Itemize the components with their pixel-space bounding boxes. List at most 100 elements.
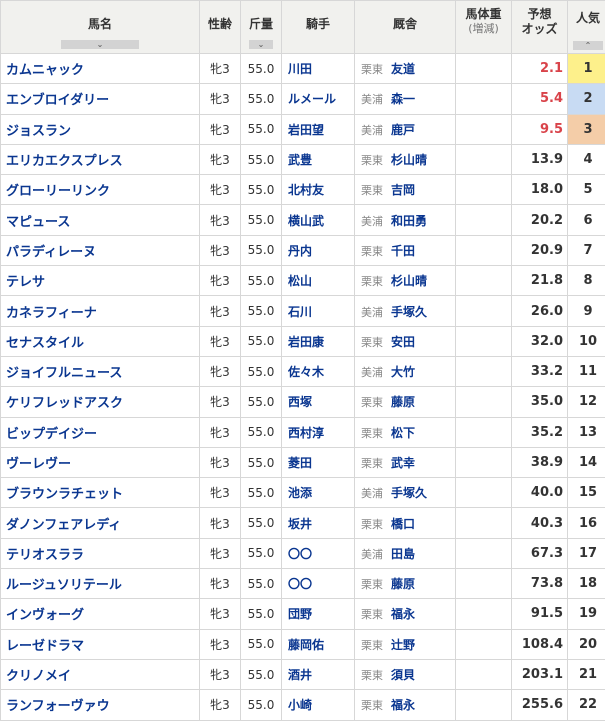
kinryo: 55.0: [241, 447, 282, 477]
table-row[interactable]: ランフォーヴァウ牝355.0小崎栗東福永255.622: [1, 690, 605, 720]
table-row[interactable]: エンブロイダリー牝355.0ルメール美浦森一5.42: [1, 84, 605, 114]
jockey-link[interactable]: 〇〇: [282, 569, 355, 599]
trainer-link[interactable]: 藤原: [391, 577, 415, 591]
jockey-link[interactable]: 川田: [282, 54, 355, 84]
jockey-link[interactable]: 団野: [282, 599, 355, 629]
trainer-link[interactable]: 橋口: [391, 517, 415, 531]
jockey-link[interactable]: 松山: [282, 266, 355, 296]
jockey-link[interactable]: 武豊: [282, 144, 355, 174]
table-row[interactable]: グローリーリンク牝355.0北村友栗東吉岡18.05: [1, 175, 605, 205]
horse-name-link[interactable]: クリノメイ: [1, 659, 200, 689]
stable-cell: 栗東友道: [355, 54, 456, 84]
trainer-link[interactable]: 田島: [391, 547, 415, 561]
trainer-link[interactable]: 大竹: [391, 365, 415, 379]
horse-name-link[interactable]: テリオスララ: [1, 538, 200, 568]
horse-name-link[interactable]: レーゼドラマ: [1, 629, 200, 659]
horse-name-link[interactable]: カムニャック: [1, 54, 200, 84]
trainer-link[interactable]: 友道: [391, 62, 415, 76]
popularity: 4: [568, 144, 605, 174]
trainer-link[interactable]: 鹿戸: [391, 123, 415, 137]
jockey-link[interactable]: ルメール: [282, 84, 355, 114]
horse-name-link[interactable]: エリカエクスプレス: [1, 144, 200, 174]
jockey-link[interactable]: 佐々木: [282, 356, 355, 386]
table-row[interactable]: ケリフレッドアスク牝355.0西塚栗東藤原35.012: [1, 387, 605, 417]
header-kinryo[interactable]: 斤量 ⌄: [241, 1, 282, 54]
popularity: 19: [568, 599, 605, 629]
horse-name-link[interactable]: ランフォーヴァウ: [1, 690, 200, 720]
table-row[interactable]: カネラフィーナ牝355.0石川美浦手塚久26.09: [1, 296, 605, 326]
horse-name-link[interactable]: ルージュソリテール: [1, 569, 200, 599]
horse-name-link[interactable]: マピュース: [1, 205, 200, 235]
horse-name-link[interactable]: セナスタイル: [1, 326, 200, 356]
trainer-link[interactable]: 杉山晴: [391, 153, 427, 167]
table-row[interactable]: ビップデイジー牝355.0西村淳栗東松下35.213: [1, 417, 605, 447]
table-row[interactable]: テレサ牝355.0松山栗東杉山晴21.88: [1, 266, 605, 296]
trainer-link[interactable]: 吉岡: [391, 183, 415, 197]
trainer-link[interactable]: 手塚久: [391, 305, 427, 319]
table-row[interactable]: インヴォーグ牝355.0団野栗東福永91.519: [1, 599, 605, 629]
jockey-link[interactable]: 〇〇: [282, 538, 355, 568]
horse-name-link[interactable]: インヴォーグ: [1, 599, 200, 629]
jockey-link[interactable]: 北村友: [282, 175, 355, 205]
horse-name-link[interactable]: グローリーリンク: [1, 175, 200, 205]
header-popularity[interactable]: 人気 ⌃: [568, 1, 605, 54]
jockey-link[interactable]: 菱田: [282, 447, 355, 477]
horse-name-link[interactable]: ダノンフェアレディ: [1, 508, 200, 538]
horse-name-link[interactable]: ヴーレヴー: [1, 447, 200, 477]
header-name[interactable]: 馬名 ⌄: [1, 1, 200, 54]
table-row[interactable]: テリオスララ牝355.0〇〇美浦田島67.317: [1, 538, 605, 568]
trainer-link[interactable]: 和田勇: [391, 214, 427, 228]
trainer-link[interactable]: 千田: [391, 244, 415, 258]
table-row[interactable]: マピュース牝355.0横山武美浦和田勇20.26: [1, 205, 605, 235]
trainer-link[interactable]: 杉山晴: [391, 274, 427, 288]
table-row[interactable]: ダノンフェアレディ牝355.0坂井栗東橋口40.316: [1, 508, 605, 538]
jockey-link[interactable]: 小崎: [282, 690, 355, 720]
jockey-link[interactable]: 丹内: [282, 235, 355, 265]
horse-name-link[interactable]: ブラウンラチェット: [1, 478, 200, 508]
trainer-link[interactable]: 辻野: [391, 638, 415, 652]
horse-name-link[interactable]: パラディレーヌ: [1, 235, 200, 265]
sort-name-icon[interactable]: ⌄: [61, 40, 139, 49]
jockey-link[interactable]: 池添: [282, 478, 355, 508]
kinryo: 55.0: [241, 690, 282, 720]
table-row[interactable]: エリカエクスプレス牝355.0武豊栗東杉山晴13.94: [1, 144, 605, 174]
horse-name-link[interactable]: ビップデイジー: [1, 417, 200, 447]
trainer-link[interactable]: 森一: [391, 92, 415, 106]
table-row[interactable]: ヴーレヴー牝355.0菱田栗東武幸38.914: [1, 447, 605, 477]
jockey-link[interactable]: 横山武: [282, 205, 355, 235]
jockey-link[interactable]: 岩田望: [282, 114, 355, 144]
horse-name-link[interactable]: カネラフィーナ: [1, 296, 200, 326]
table-row[interactable]: レーゼドラマ牝355.0藤岡佑栗東辻野108.420: [1, 629, 605, 659]
table-row[interactable]: カムニャック牝355.0川田栗東友道2.11: [1, 54, 605, 84]
horse-name-link[interactable]: ジョイフルニュース: [1, 356, 200, 386]
trainer-link[interactable]: 武幸: [391, 456, 415, 470]
sort-popularity-icon[interactable]: ⌃: [573, 41, 603, 50]
table-row[interactable]: ジョイフルニュース牝355.0佐々木美浦大竹33.211: [1, 356, 605, 386]
jockey-link[interactable]: 酒井: [282, 659, 355, 689]
table-row[interactable]: パラディレーヌ牝355.0丹内栗東千田20.97: [1, 235, 605, 265]
sort-kinryo-icon[interactable]: ⌄: [249, 40, 273, 49]
horse-name-link[interactable]: エンブロイダリー: [1, 84, 200, 114]
horse-name-link[interactable]: ケリフレッドアスク: [1, 387, 200, 417]
jockey-link[interactable]: 坂井: [282, 508, 355, 538]
trainer-link[interactable]: 福永: [391, 698, 415, 712]
table-row[interactable]: ブラウンラチェット牝355.0池添美浦手塚久40.015: [1, 478, 605, 508]
trainer-link[interactable]: 手塚久: [391, 486, 427, 500]
table-row[interactable]: ジョスラン牝355.0岩田望美浦鹿戸9.53: [1, 114, 605, 144]
trainer-link[interactable]: 安田: [391, 335, 415, 349]
jockey-link[interactable]: 西塚: [282, 387, 355, 417]
trainer-link[interactable]: 福永: [391, 607, 415, 621]
jockey-link[interactable]: 西村淳: [282, 417, 355, 447]
horse-name-link[interactable]: ジョスラン: [1, 114, 200, 144]
table-row[interactable]: セナスタイル牝355.0岩田康栗東安田32.010: [1, 326, 605, 356]
jockey-link[interactable]: 石川: [282, 296, 355, 326]
trainer-link[interactable]: 須貝: [391, 668, 415, 682]
trainer-link[interactable]: 松下: [391, 426, 415, 440]
trainer-link[interactable]: 藤原: [391, 395, 415, 409]
table-row[interactable]: クリノメイ牝355.0酒井栗東須貝203.121: [1, 659, 605, 689]
horse-name-link[interactable]: テレサ: [1, 266, 200, 296]
jockey-link[interactable]: 岩田康: [282, 326, 355, 356]
table-row[interactable]: ルージュソリテール牝355.0〇〇栗東藤原73.818: [1, 569, 605, 599]
stable-region: 栗東: [361, 457, 383, 470]
jockey-link[interactable]: 藤岡佑: [282, 629, 355, 659]
